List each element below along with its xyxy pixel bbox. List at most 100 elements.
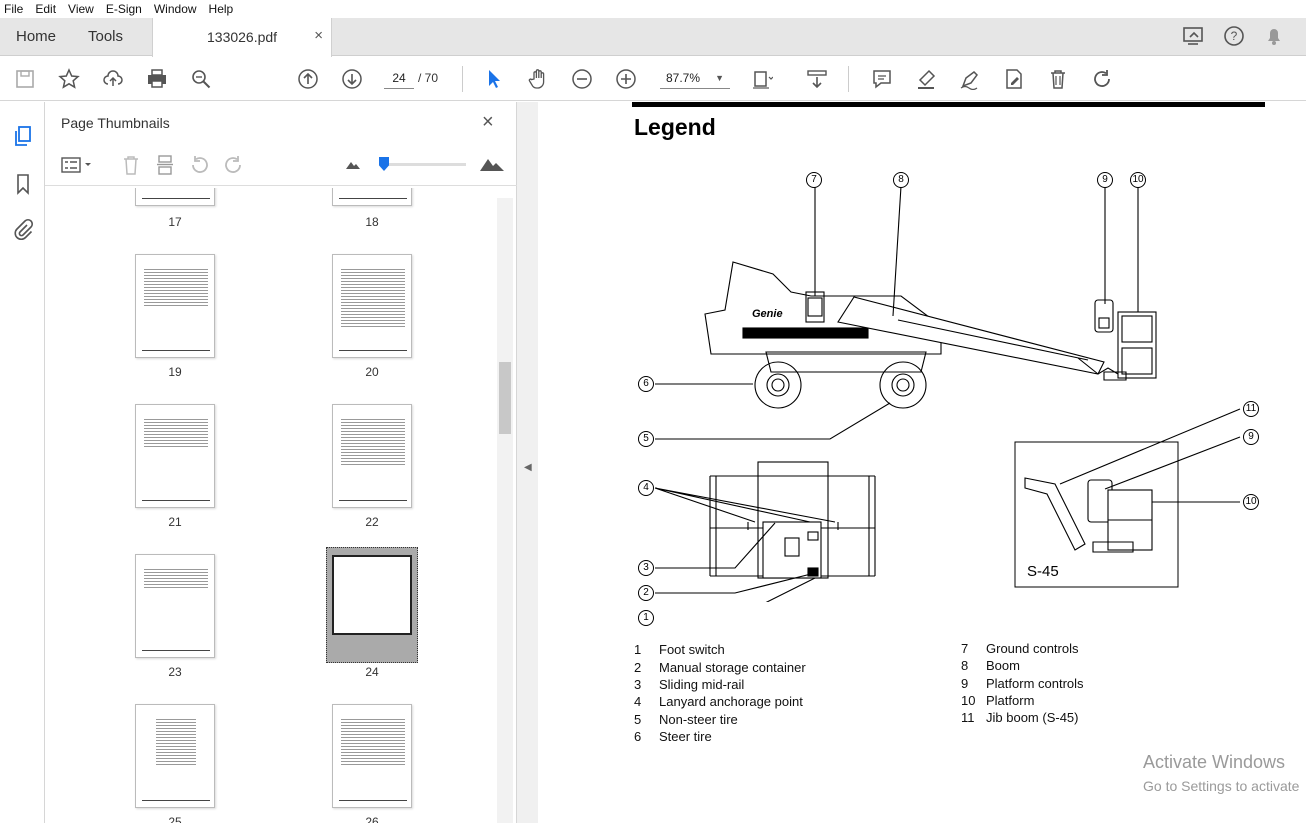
close-panel-icon[interactable]: ×	[482, 111, 494, 134]
callout-6: 6	[638, 376, 654, 392]
thumbnail-size-slider[interactable]	[380, 163, 466, 166]
panel-title: Page Thumbnails	[61, 115, 170, 131]
thumbnail-options-icon[interactable]	[61, 156, 95, 174]
help-icon[interactable]: ?	[1222, 25, 1246, 47]
thumbnail-label: 23	[168, 665, 182, 679]
rotate-counterclockwise-icon[interactable]	[189, 154, 211, 176]
thumbnail-label: 25	[168, 815, 182, 823]
toolbar-divider	[462, 66, 463, 92]
callout-8: 8	[893, 172, 909, 188]
menu-window[interactable]: Window	[154, 2, 197, 16]
zoom-in-icon[interactable]	[614, 67, 638, 91]
callout-9-inset: 9	[1243, 429, 1259, 445]
tab-document[interactable]: 133026.pdf ×	[152, 18, 332, 57]
menu-help[interactable]: Help	[209, 2, 234, 16]
zoom-out-icon[interactable]	[570, 67, 594, 91]
thumbnail-label: 21	[168, 515, 182, 529]
thumbnail-label: 26	[365, 815, 379, 823]
page-thumbnail-25[interactable]	[135, 704, 215, 808]
large-thumbnail-mountain-icon[interactable]	[479, 154, 505, 172]
callout-10: 10	[1130, 172, 1146, 188]
menu-esign[interactable]: E-Sign	[106, 2, 142, 16]
page-thumbnails-icon[interactable]	[11, 124, 35, 148]
thumbnail-label: 19	[168, 365, 182, 379]
callout-4: 4	[638, 480, 654, 496]
tab-home[interactable]: Home	[16, 18, 56, 56]
thumbnail-list: 17 18 19 20 21 22 23 24 25 26	[45, 188, 497, 823]
collapse-panel-arrow-icon[interactable]: ◀	[524, 462, 532, 473]
tab-bar: Home Tools 133026.pdf × ?	[0, 18, 1306, 57]
callout-5: 5	[638, 431, 654, 447]
next-page-icon[interactable]	[340, 67, 364, 91]
small-thumbnail-mountain-icon[interactable]	[345, 158, 361, 170]
menu-edit[interactable]: Edit	[35, 2, 56, 16]
print-icon[interactable]	[145, 67, 169, 91]
notification-bell-icon[interactable]	[1262, 25, 1286, 47]
tab-tools[interactable]: Tools	[88, 18, 123, 56]
page-thumbnail-22[interactable]	[332, 404, 412, 508]
scrolling-mode-icon[interactable]	[805, 67, 829, 91]
callout-9: 9	[1097, 172, 1113, 188]
menu-file[interactable]: File	[4, 2, 23, 16]
find-zoom-icon[interactable]	[189, 67, 213, 91]
zoom-level-select[interactable]: 87.7% ▼	[660, 67, 730, 89]
page-thumbnail-23[interactable]	[135, 554, 215, 658]
thumbnail-label: 18	[365, 215, 379, 229]
comment-icon[interactable]	[870, 67, 894, 91]
edit-pdf-icon[interactable]	[1002, 67, 1026, 91]
inset-label: S-45	[1027, 563, 1059, 580]
bookmark-star-icon[interactable]	[57, 67, 81, 91]
upload-cloud-icon[interactable]	[101, 67, 125, 91]
toolbar-divider-2	[848, 66, 849, 92]
thumbnail-label: 22	[365, 515, 379, 529]
delete-page-icon[interactable]	[121, 154, 141, 176]
thumbnail-scrollbar[interactable]	[497, 198, 513, 823]
delete-trash-icon[interactable]	[1046, 67, 1070, 91]
document-tab-name: 133026.pdf	[207, 29, 278, 45]
rotate-clockwise-icon[interactable]	[222, 154, 244, 176]
thumbnail-label: 20	[365, 365, 379, 379]
activation-watermark: Activate Windows	[1143, 752, 1286, 772]
page-thumbnail-24-selected[interactable]	[326, 547, 418, 663]
share-screen-icon[interactable]	[1182, 25, 1206, 47]
panel-splitter[interactable]: ◀	[517, 102, 538, 823]
page-total: / 70	[418, 71, 439, 85]
page-thumbnail-20[interactable]	[332, 254, 412, 358]
thumbnail-scrollbar-thumb[interactable]	[499, 362, 511, 434]
menu-bar: File Edit View E-Sign Window Help	[0, 0, 1306, 18]
genie-brand-text: Genie	[752, 308, 783, 320]
svg-text:?: ?	[1231, 29, 1238, 43]
thumbnail-label: 17	[168, 215, 182, 229]
page-number-input[interactable]: 24	[384, 67, 414, 89]
document-view: Legend Genie 7 8 9 10 6 5 4 3 2 1 11 9 1…	[538, 102, 1306, 823]
previous-page-icon[interactable]	[296, 67, 320, 91]
page-thumbnail-18[interactable]	[332, 188, 412, 206]
page-thumbnail-26[interactable]	[332, 704, 412, 808]
page-thumbnail-17[interactable]	[135, 188, 215, 206]
callout-2: 2	[638, 585, 654, 601]
callout-3: 3	[638, 560, 654, 576]
select-cursor-icon[interactable]	[482, 67, 506, 91]
zoom-level-value: 87.7%	[666, 71, 701, 85]
thumbnails-panel: Page Thumbnails × 17 18 19 20 21 22 23 2…	[45, 102, 517, 823]
fit-page-icon[interactable]	[750, 67, 774, 91]
attachments-paperclip-icon[interactable]	[11, 218, 35, 242]
boom-lift-diagram: Genie	[654, 185, 1241, 602]
close-tab-icon[interactable]: ×	[314, 27, 323, 44]
save-icon[interactable]	[13, 67, 37, 91]
callout-7: 7	[806, 172, 822, 188]
rotate-icon[interactable]	[1090, 67, 1114, 91]
draw-pen-icon[interactable]	[958, 67, 982, 91]
callout-10-inset: 10	[1243, 494, 1259, 510]
callout-1: 1	[638, 610, 654, 626]
highlight-pen-icon[interactable]	[914, 67, 938, 91]
thumbnail-label: 24	[365, 665, 379, 679]
page-thumbnail-19[interactable]	[135, 254, 215, 358]
hand-tool-icon[interactable]	[526, 67, 550, 91]
menu-view[interactable]: View	[68, 2, 94, 16]
insert-page-icon[interactable]	[155, 154, 175, 176]
page-thumbnail-21[interactable]	[135, 404, 215, 508]
left-rail	[0, 102, 45, 823]
bookmarks-icon[interactable]	[11, 172, 35, 196]
tab-bar-icons: ?	[1182, 25, 1286, 47]
